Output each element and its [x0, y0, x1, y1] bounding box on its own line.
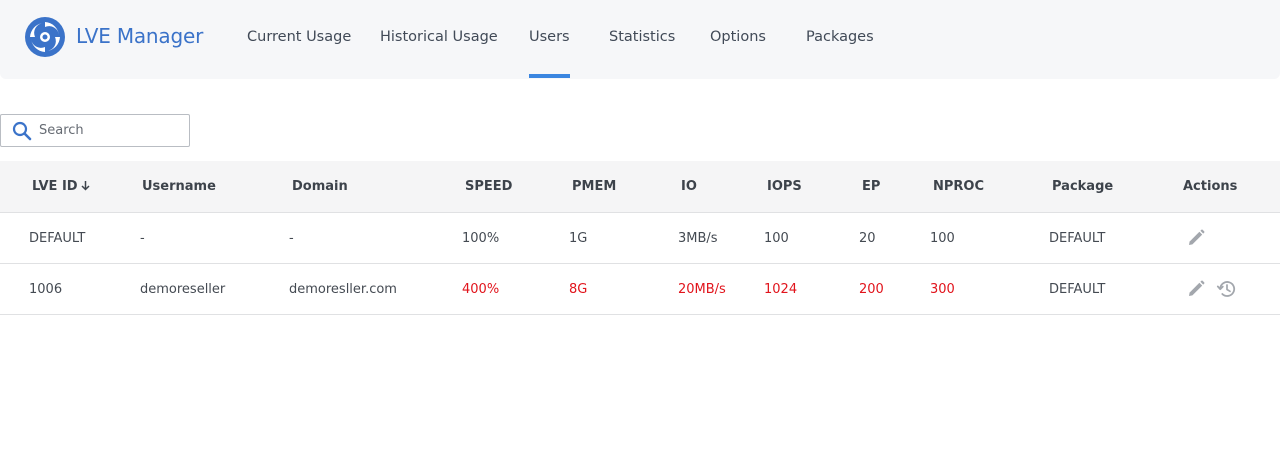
cell-username: - [140, 231, 145, 246]
cell-nproc: 100 [930, 231, 955, 246]
cell-speed: 400% [462, 282, 500, 297]
column-header-actions: Actions [1183, 179, 1238, 194]
column-header-io[interactable]: IO [681, 179, 697, 194]
search-input[interactable] [39, 115, 183, 146]
column-header-iops[interactable]: IOPS [767, 179, 802, 194]
cell-lve-id: 1006 [29, 282, 63, 297]
column-header-ep[interactable]: EP [862, 179, 880, 194]
cell-io: 3MB/s [678, 231, 718, 246]
column-header-speed[interactable]: SPEED [465, 179, 512, 194]
column-header-nproc[interactable]: NPROC [933, 179, 984, 194]
cell-iops: 100 [764, 231, 789, 246]
column-header-lve-id[interactable]: LVE ID [32, 179, 90, 194]
column-header-domain[interactable]: Domain [292, 179, 348, 194]
cell-username: demoreseller [140, 282, 226, 297]
cell-ep: 200 [859, 282, 884, 297]
cell-pmem: 1G [569, 231, 588, 246]
tab-historical-usage[interactable]: Historical Usage [380, 29, 498, 79]
app-title: LVE Manager [76, 24, 204, 48]
edit-icon[interactable] [1186, 279, 1206, 299]
search-icon [12, 121, 32, 141]
table-row: 1006 demoreseller demoresller.com 400% 8… [0, 264, 1280, 315]
table-row: DEFAULT - - 100% 1G 3MB/s 100 20 100 DEF… [0, 213, 1280, 264]
tab-current-usage[interactable]: Current Usage [247, 29, 351, 79]
cell-package: DEFAULT [1049, 231, 1106, 246]
column-header-username[interactable]: Username [142, 179, 216, 194]
cell-package: DEFAULT [1049, 282, 1106, 297]
cell-domain: - [289, 231, 294, 246]
search-box[interactable] [0, 114, 190, 147]
column-header-pmem[interactable]: PMEM [572, 179, 616, 194]
table-header: LVE ID Username Domain SPEED PMEM IO IOP… [0, 161, 1280, 213]
cell-domain: demoresller.com [289, 282, 397, 297]
cell-pmem: 8G [569, 282, 588, 297]
top-navbar: LVE Manager Current Usage Historical Usa… [0, 0, 1280, 79]
column-header-package[interactable]: Package [1052, 179, 1113, 194]
tab-users[interactable]: Users [529, 29, 570, 79]
edit-icon[interactable] [1186, 228, 1206, 248]
history-icon[interactable] [1216, 279, 1236, 299]
cell-io: 20MB/s [678, 282, 726, 297]
tab-statistics[interactable]: Statistics [609, 29, 675, 79]
cell-iops: 1024 [764, 282, 798, 297]
cell-nproc: 300 [930, 282, 955, 297]
lve-manager-logo-icon [25, 17, 65, 57]
cell-speed: 100% [462, 231, 500, 246]
arrow-down-icon [81, 181, 90, 191]
tab-packages[interactable]: Packages [806, 29, 874, 79]
cell-ep: 20 [859, 231, 876, 246]
tab-options[interactable]: Options [710, 29, 766, 79]
cell-lve-id: DEFAULT [29, 231, 86, 246]
